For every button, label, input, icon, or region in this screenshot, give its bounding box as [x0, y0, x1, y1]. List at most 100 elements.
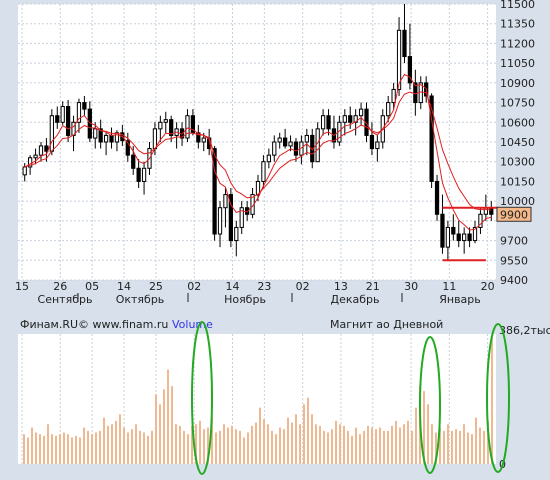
volume-bar [343, 425, 345, 464]
date-tick-label: 23 [257, 280, 271, 293]
volume-bar [247, 432, 249, 464]
candle-body-down [293, 141, 299, 156]
volume-bar [291, 422, 293, 464]
volume-bar [339, 424, 341, 464]
candle-body-up [304, 134, 309, 143]
volume-bar [363, 430, 365, 464]
date-tick-label: 02 [187, 280, 201, 293]
date-tick-label: 14 [225, 280, 239, 293]
volume-bar [131, 429, 133, 464]
volume-bar [491, 336, 493, 464]
volume-bar [123, 427, 125, 464]
candle-body-up [320, 115, 326, 130]
volume-bar [447, 424, 449, 464]
candle-body-up [445, 226, 451, 248]
candle-body-up [391, 88, 396, 104]
volume-bar [443, 430, 445, 464]
volume-bar [23, 434, 25, 464]
volume-bar [467, 432, 469, 464]
volume-bar [335, 420, 337, 464]
price-tick-label: 10600 [500, 116, 535, 129]
month-label: Январь [439, 293, 481, 306]
volume-bar [347, 430, 349, 464]
month-label: Октябрь [116, 293, 165, 306]
volume-bar [179, 425, 181, 464]
volume-bar [263, 419, 265, 464]
volume-bar [55, 435, 57, 464]
candle-body-down [402, 29, 407, 58]
volume-bar [303, 404, 305, 464]
candle-body-down [282, 137, 288, 147]
date-tick-label: 14 [117, 280, 131, 293]
volume-bar [115, 420, 117, 464]
volume-bar [147, 435, 149, 464]
volume-bar [355, 427, 357, 464]
volume-bar [455, 429, 457, 464]
volume-bar [451, 430, 453, 464]
volume-bar [163, 389, 165, 464]
volume-bar [71, 437, 73, 464]
volume-bar [51, 434, 53, 464]
volume-bar [159, 404, 161, 464]
volume-bar [483, 430, 485, 464]
candle-body-up [141, 167, 147, 182]
date-tick-label: 30 [404, 280, 418, 293]
last-price-value: 9900 [500, 208, 528, 221]
volume-bar [255, 422, 257, 464]
date-tick-label: 05 [85, 280, 99, 293]
volume-bar [223, 424, 225, 464]
price-tick-label: 10300 [500, 156, 535, 169]
candle-body-up [163, 119, 168, 123]
month-axis-labels: Сентябрь Октябрь Ноябрь Декабрь Январь [38, 293, 481, 306]
volume-bar [231, 425, 233, 464]
volume-bar [27, 437, 29, 464]
volume-bar [463, 424, 465, 464]
candle-body-up [375, 141, 380, 150]
candle-body-up [358, 108, 364, 117]
volume-bar [43, 435, 45, 464]
volume-bar [327, 432, 329, 464]
volume-bar [155, 394, 157, 464]
price-tick-label: 10900 [500, 77, 535, 90]
candle-body-up [386, 102, 391, 117]
candle-body-up [266, 154, 271, 163]
volume-bar [107, 425, 109, 464]
candle-body-up [217, 207, 223, 235]
candle-body-up [261, 161, 266, 182]
volume-bar [171, 386, 173, 464]
volume-bar [99, 430, 101, 464]
volume-bar [199, 420, 201, 464]
volume-bar [127, 432, 129, 464]
candle-body-up [49, 115, 54, 152]
volume-max-label: 386,2тыс [499, 324, 550, 337]
candle-body-up [315, 128, 320, 163]
volume-bar [311, 414, 313, 464]
volume-bar [427, 404, 429, 464]
price-tick-label: 11050 [500, 57, 535, 70]
candle-body-up [22, 166, 27, 176]
volume-bar [331, 429, 333, 464]
date-tick-label: 15 [15, 280, 29, 293]
candle-body-down [55, 115, 60, 123]
candle-body-up [93, 128, 98, 139]
source-label: Финам.RU© www.finam.ru [20, 318, 168, 331]
volume-bar [151, 430, 153, 464]
volume-bar [383, 430, 385, 464]
volume-bar [475, 417, 477, 464]
candle-body-up [103, 134, 109, 143]
volume-bar [359, 434, 361, 464]
candle-body-up [185, 115, 190, 139]
volume-bar [367, 425, 369, 464]
price-tick-label: 10750 [500, 97, 535, 110]
candle-body-down [467, 233, 472, 242]
volume-bar [215, 432, 217, 464]
candle-body-down [369, 134, 375, 150]
volume-bar [235, 429, 237, 464]
volume-bar [63, 432, 65, 464]
volume-bar [395, 420, 397, 464]
candle-body-up [152, 128, 158, 150]
candle-body-up [272, 141, 277, 156]
date-tick-label: 21 [366, 280, 380, 293]
candle-body-down [131, 154, 136, 169]
candle-body-up [234, 226, 239, 242]
